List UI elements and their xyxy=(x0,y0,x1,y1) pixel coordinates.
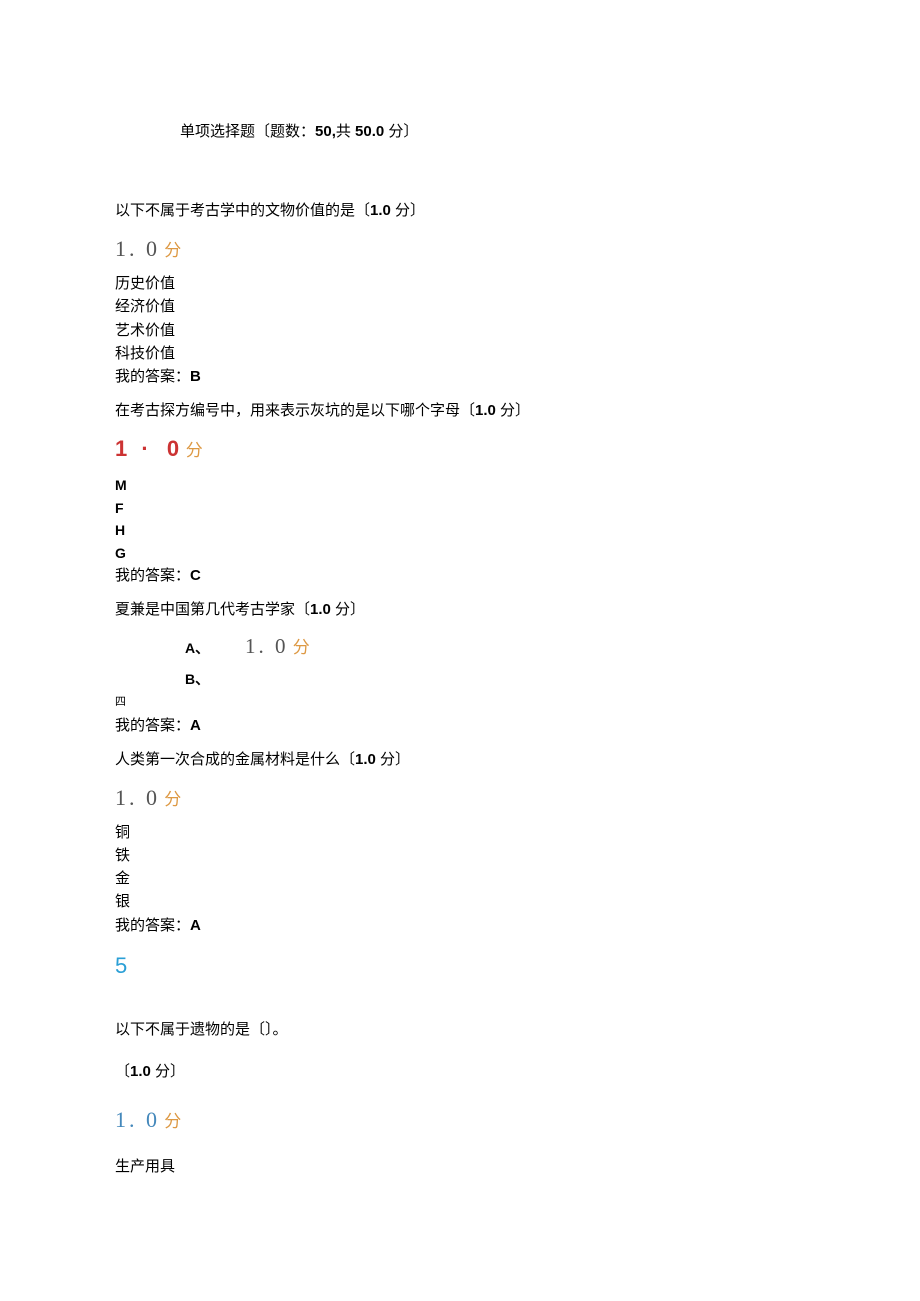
q2-option-b: F xyxy=(115,497,805,519)
q5-option-a: 生产用具 xyxy=(115,1155,805,1178)
q1-option-b: 经济价值 xyxy=(115,295,805,318)
q4-score: 1. 0 分 xyxy=(115,780,805,815)
q3-text: 夏兼是中国第几代考古学家〔1.0 分〕 xyxy=(115,598,805,622)
q2-stem: 在考古探方编号中，用来表示灰坑的是以下哪个字母〔 xyxy=(115,402,475,419)
q2-answer-value: C xyxy=(190,567,201,584)
q2-text: 在考古探方编号中，用来表示灰坑的是以下哪个字母〔1.0 分〕 xyxy=(115,399,805,423)
q5-text: 以下不属于遗物的是〔〕。 xyxy=(115,1018,805,1042)
q1-option-a: 历史价值 xyxy=(115,272,805,295)
q3-pts: 1.0 xyxy=(310,601,331,618)
section-title-prefix: 单项选择题〔题数： xyxy=(180,123,315,140)
q2-score-b: 0 xyxy=(167,436,181,461)
q3-row-a: A、 1. 0 分 xyxy=(185,630,805,664)
q4-stem: 人类第一次合成的金属材料是什么〔 xyxy=(115,751,355,768)
q3-option-four: 四 xyxy=(115,694,805,712)
q4-answer-label: 我的答案： xyxy=(115,917,190,934)
q1-option-d: 科技价值 xyxy=(115,342,805,365)
q1-score-num: 1. 0 xyxy=(115,236,160,261)
q3-stem: 夏兼是中国第几代考古学家〔 xyxy=(115,601,310,618)
q2-option-d: G xyxy=(115,542,805,564)
q3-inline-score: 1. 0 分 xyxy=(245,634,310,658)
q5-score: 1. 0 分 xyxy=(115,1102,805,1137)
q1-score-fen: 分 xyxy=(160,241,181,260)
q5-score-num: 1. 0 xyxy=(115,1107,160,1132)
q3-pts-suffix: 分〕 xyxy=(331,601,365,618)
q4-pts: 1.0 xyxy=(355,751,376,768)
q2-answer-label: 我的答案： xyxy=(115,567,190,584)
q2-pts-suffix: 分〕 xyxy=(496,402,530,419)
q4-pts-suffix: 分〕 xyxy=(376,751,410,768)
q4-option-c: 金 xyxy=(115,867,805,890)
section-suffix: 分〕 xyxy=(384,123,418,140)
q1-text: 以下不属于考古学中的文物价值的是〔1.0 分〕 xyxy=(115,199,805,223)
q3-answer-value: A xyxy=(190,717,201,734)
q3-answer-label: 我的答案： xyxy=(115,717,190,734)
q3-a-label: A、 xyxy=(185,640,209,656)
q4-option-a: 铜 xyxy=(115,821,805,844)
q2-pts: 1.0 xyxy=(475,402,496,419)
q1-stem: 以下不属于考古学中的文物价值的是〔 xyxy=(115,202,370,219)
q1-pts-suffix: 分〕 xyxy=(391,202,425,219)
q4-score-fen: 分 xyxy=(160,790,181,809)
q1-answer-label: 我的答案： xyxy=(115,368,190,385)
section-total-prefix: 共 xyxy=(336,123,355,140)
q1-answer-value: B xyxy=(190,368,201,385)
q2-score-a: 1 xyxy=(115,436,129,461)
q4-option-d: 银 xyxy=(115,890,805,913)
q1-option-c: 艺术价值 xyxy=(115,319,805,342)
q5-number: 5 xyxy=(115,948,805,983)
q5-pts: 1.0 xyxy=(130,1063,151,1080)
q2-score-dot: · xyxy=(129,436,167,461)
q1-score: 1. 0 分 xyxy=(115,231,805,266)
q1-answer: 我的答案：B xyxy=(115,365,805,389)
q3-inline-score-fen: 分 xyxy=(289,638,310,657)
q2-score: 1 · 0 分 xyxy=(115,431,805,466)
q3-row-b: B、 xyxy=(185,668,805,690)
q4-answer: 我的答案：A xyxy=(115,914,805,938)
q2-score-fen: 分 xyxy=(181,441,203,460)
q2-option-c: H xyxy=(115,519,805,541)
q1-pts: 1.0 xyxy=(370,202,391,219)
q4-score-num: 1. 0 xyxy=(115,785,160,810)
section-total: 50.0 xyxy=(355,123,384,140)
q5-score-fen: 分 xyxy=(160,1112,181,1131)
q2-answer: 我的答案：C xyxy=(115,564,805,588)
q5-pts-suffix: 分〕 xyxy=(151,1063,185,1080)
q2-option-a: M xyxy=(115,474,805,496)
section-count: 50, xyxy=(315,123,336,140)
q4-option-b: 铁 xyxy=(115,844,805,867)
q4-answer-value: A xyxy=(190,917,201,934)
q5-pts-line: 〔1.0 分〕 xyxy=(115,1060,805,1084)
section-title: 单项选择题〔题数：50,共 50.0 分〕 xyxy=(180,120,805,144)
q4-text: 人类第一次合成的金属材料是什么〔1.0 分〕 xyxy=(115,748,805,772)
q3-answer: 我的答案：A xyxy=(115,714,805,738)
q3-inline-score-num: 1. 0 xyxy=(245,634,289,658)
q3-b-label: B、 xyxy=(185,671,209,687)
q5-pts-open: 〔 xyxy=(115,1063,130,1080)
